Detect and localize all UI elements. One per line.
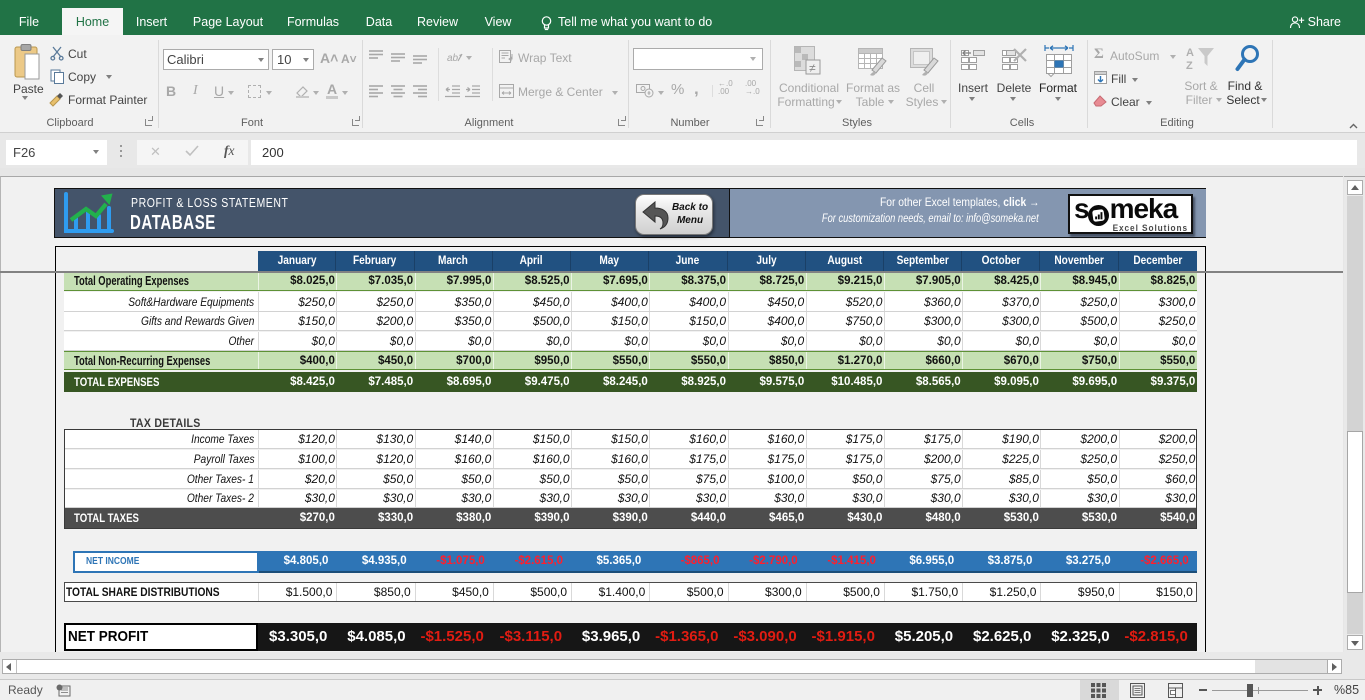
svg-text:A: A: [1186, 47, 1194, 59]
svg-text:≠: ≠: [809, 61, 816, 75]
svg-text:ab: ab: [447, 53, 459, 64]
svg-text:Z: Z: [1186, 60, 1193, 71]
